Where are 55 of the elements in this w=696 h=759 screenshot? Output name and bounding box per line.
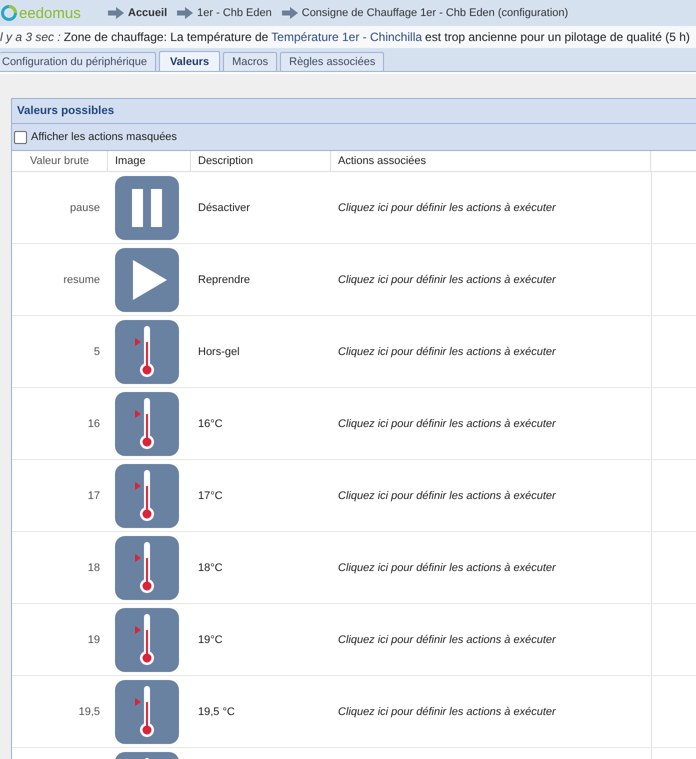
column-header: Image: [108, 151, 191, 171]
raw-value: 19: [88, 634, 100, 646]
sensor-link[interactable]: Température 1er - Chinchilla: [271, 30, 422, 44]
arrow-icon: [177, 7, 194, 19]
tab[interactable]: Macros: [223, 52, 278, 71]
column-header: Description: [191, 151, 331, 171]
thermometer-icon: [115, 464, 179, 528]
checkbox-label: Afficher les actions masquées: [31, 131, 177, 143]
description-text: Reprendre: [198, 274, 250, 286]
panel-title: Valeurs possibles: [12, 99, 696, 124]
breadcrumb-link[interactable]: Consigne de Chauffage 1er - Chb Eden (configuration): [302, 7, 568, 19]
notice-time: l y a 3 sec :: [0, 30, 61, 44]
actions-link[interactable]: Cliquez ici pour définir les actions à exécuter: [338, 202, 556, 214]
description-text: 18°C: [198, 562, 223, 574]
description-text: 19,5 °C: [198, 706, 235, 718]
description-text: 19°C: [198, 634, 223, 646]
description-text: 17°C: [198, 490, 223, 502]
column-header: Valeur brute: [12, 151, 108, 171]
actions-link[interactable]: Cliquez ici pour définir les actions à exécuter: [338, 346, 556, 358]
breadcrumb-link[interactable]: 1er - Chb Eden: [197, 7, 272, 19]
actions-link[interactable]: Cliquez ici pour définir les actions à exécuter: [338, 634, 556, 646]
description-text: Désactiver: [198, 202, 250, 214]
raw-value: 18: [88, 562, 100, 574]
breadcrumb-link[interactable]: Accueil: [128, 7, 168, 19]
logo-text: eedomus: [19, 4, 81, 22]
thermometer-icon: [115, 536, 179, 600]
raw-value: 5: [94, 346, 100, 358]
thermometer-icon: [115, 392, 179, 456]
actions-link[interactable]: Cliquez ici pour définir les actions à exécuter: [338, 706, 556, 718]
notice-text: Zone de chauffage: La température de: [64, 30, 268, 44]
actions-link[interactable]: Cliquez ici pour définir les actions à exécuter: [338, 418, 556, 430]
arrow-icon: [282, 7, 298, 19]
description-text: Hors-gel: [198, 346, 240, 358]
tab[interactable]: Règles associées: [280, 52, 384, 71]
thermometer-icon: [115, 320, 179, 384]
actions-link[interactable]: Cliquez ici pour définir les actions à exécuter: [338, 562, 556, 574]
notice-text: est trop ancienne pour un pilotage de qualité (5 h): [425, 30, 690, 44]
raw-value: 19,5: [78, 706, 100, 718]
column-header: Actions associées: [331, 151, 651, 171]
thermometer-icon: [115, 608, 179, 672]
pause-icon: [115, 176, 179, 240]
actions-link[interactable]: Cliquez ici pour définir les actions à exécuter: [338, 274, 556, 286]
actions-link[interactable]: Cliquez ici pour définir les actions à exécuter: [338, 490, 556, 502]
thermometer-icon: [115, 680, 179, 744]
description-text: 16°C: [198, 418, 223, 430]
tab[interactable]: Valeurs: [158, 51, 220, 71]
play-icon: [115, 248, 179, 312]
raw-value: resume: [63, 274, 100, 286]
checkbox[interactable]: [14, 130, 27, 144]
raw-value: pause: [70, 202, 100, 214]
arrow-icon: [108, 7, 124, 19]
ring-logo-icon: [0, 4, 18, 22]
raw-value: 16: [88, 418, 100, 430]
tab[interactable]: Configuration du périphérique: [0, 52, 156, 71]
raw-value: 17: [88, 490, 100, 502]
